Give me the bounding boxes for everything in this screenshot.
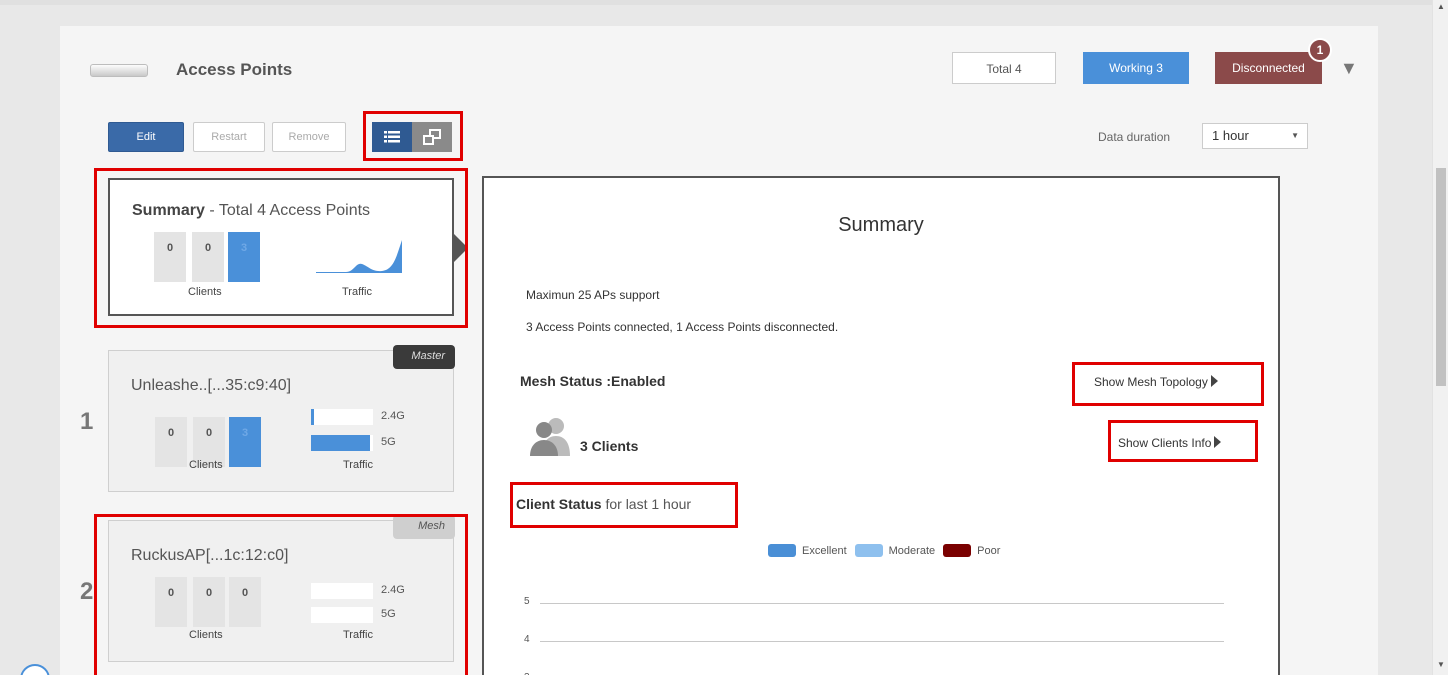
disconnected-filter-button[interactable]: Disconnected — [1215, 52, 1322, 84]
legend-poor[interactable]: Poor — [943, 544, 1000, 557]
access-points-panel: Access Points Total 4 Working 3 Disconne… — [60, 26, 1378, 675]
data-duration-label: Data duration — [1098, 130, 1171, 144]
legend-label: Excellent — [802, 544, 847, 557]
gridline — [540, 641, 1224, 642]
working-filter-button[interactable]: Working 3 — [1083, 52, 1189, 84]
data-duration-select[interactable]: 1 hour ▼ — [1202, 123, 1308, 149]
legend-swatch — [768, 544, 796, 557]
scroll-up-icon[interactable]: ▲ — [1433, 0, 1448, 14]
ap-name: Unleashe..[...35:c9:40] — [131, 377, 292, 394]
highlight-mesh-topology — [1072, 362, 1264, 406]
scroll-thumb[interactable] — [1436, 168, 1446, 386]
legend-excellent[interactable]: Excellent — [768, 544, 847, 557]
legend-swatch — [943, 544, 972, 557]
access-point-device-icon — [90, 64, 148, 77]
mesh-status: Mesh Status :Enabled — [520, 373, 666, 389]
highlight-clients-info — [1108, 420, 1258, 462]
ap-number: 2 — [80, 578, 94, 605]
connected-text: 3 Access Points connected, 1 Access Poin… — [526, 320, 839, 334]
traffic-bar-5g — [311, 435, 373, 451]
y-tick: 5 — [524, 596, 530, 607]
ap-card-master[interactable]: Master Unleashe..[...35:c9:40] 0 0 3 Cli… — [108, 345, 455, 492]
band-24g-label: 2.4G — [381, 410, 405, 422]
ap-number: 1 — [80, 408, 94, 435]
legend-label: Moderate — [888, 544, 936, 557]
max-support-text: Maximun 25 APs support — [526, 288, 660, 302]
disconnected-count-badge: 1 — [1308, 38, 1332, 62]
restart-button[interactable]: Restart — [193, 122, 265, 152]
page-title: Access Points — [176, 60, 293, 79]
traffic-bar-24g-fill — [311, 409, 315, 425]
clients-label: Clients — [189, 459, 223, 471]
band-5g-label: 5G — [381, 436, 396, 448]
y-tick: 4 — [524, 634, 530, 645]
clients-bar-poor: 0 — [155, 417, 187, 467]
total-filter-button[interactable]: Total 4 — [952, 52, 1056, 84]
chevron-down-icon[interactable]: ▼ — [1340, 58, 1358, 79]
edit-button[interactable]: Edit — [108, 122, 184, 152]
traffic-bar-5g-fill — [311, 435, 370, 451]
traffic-bar-24g — [311, 409, 373, 425]
remove-button[interactable]: Remove — [272, 122, 346, 152]
data-duration-value: 1 hour — [1212, 128, 1249, 143]
chart-legend: Excellent Moderate Poor — [768, 544, 1008, 557]
highlight-summary-card — [94, 168, 468, 328]
clients-bar-excellent: 3 — [229, 417, 261, 467]
master-tag: Master — [393, 345, 455, 369]
detail-title: Summary — [838, 214, 924, 236]
highlight-client-status — [510, 482, 738, 528]
top-strip — [0, 0, 1432, 5]
help-icon[interactable] — [20, 664, 50, 675]
clients-count: 3 Clients — [580, 438, 639, 454]
traffic-label: Traffic — [343, 459, 373, 471]
clients-icon — [530, 418, 570, 456]
highlight-view-toggle — [363, 111, 463, 161]
scrollbar[interactable]: ▲ ▼ — [1432, 0, 1448, 675]
legend-moderate[interactable]: Moderate — [854, 544, 936, 557]
caret-down-icon: ▼ — [1291, 131, 1299, 140]
legend-label: Poor — [977, 544, 1001, 557]
highlight-mesh-card — [94, 514, 468, 675]
scroll-down-icon[interactable]: ▼ — [1433, 658, 1448, 672]
gridline — [540, 603, 1224, 604]
legend-swatch — [854, 544, 883, 557]
